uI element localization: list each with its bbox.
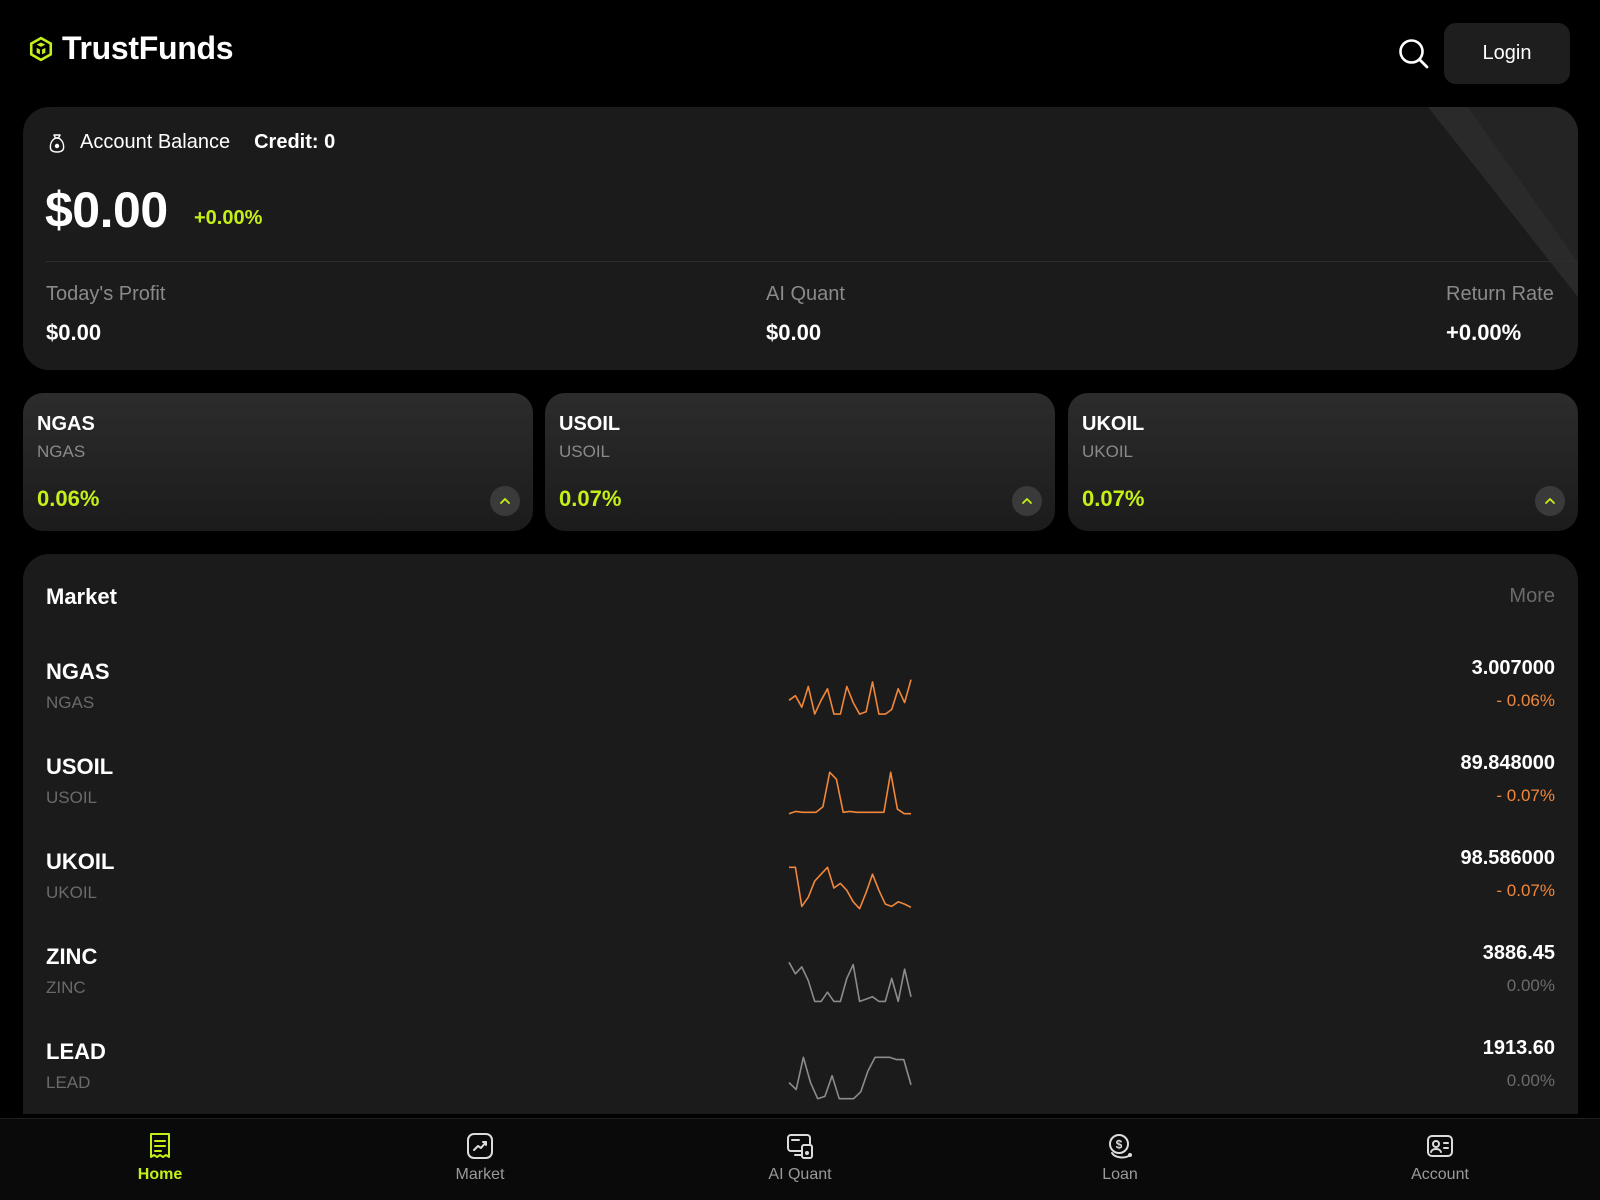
- ticker-card-ukoil[interactable]: UKOIL UKOIL 0.07%: [1068, 393, 1578, 531]
- balance-label: Account Balance: [80, 131, 231, 153]
- balance-header: Account Balance Credit: 0: [48, 131, 335, 154]
- ai-quant-icon: [787, 1134, 813, 1159]
- nav-home[interactable]: Home: [100, 1131, 220, 1184]
- market-row-ukoil[interactable]: UKOIL UKOIL 98.586000 - 0.07%: [23, 847, 1578, 944]
- nav-account[interactable]: Account: [1380, 1131, 1500, 1184]
- ticker-percent: 0.07%: [559, 486, 622, 511]
- market-row-zinc[interactable]: ZINC ZINC 3886.45 0.00%: [23, 942, 1578, 1039]
- market-row-ngas[interactable]: NGAS NGAS 3.007000 - 0.06%: [23, 657, 1578, 754]
- market-row-change: - 0.07%: [1496, 786, 1555, 805]
- ticker-percent: 0.07%: [1082, 486, 1145, 511]
- market-row-name: ZINC: [46, 944, 98, 969]
- market-row-change: - 0.07%: [1496, 881, 1555, 900]
- stat-label: Return Rate: [1446, 283, 1554, 305]
- nav-label: Market: [455, 1166, 505, 1183]
- stat-label: AI Quant: [766, 283, 845, 305]
- market-row-subtitle: USOIL: [46, 788, 98, 807]
- stat-return-rate: Return Rate +0.00%: [1446, 283, 1554, 346]
- sparkline-chart: [788, 771, 911, 815]
- ticker-subtitle: USOIL: [559, 442, 611, 461]
- market-row-change: - 0.06%: [1496, 691, 1555, 710]
- search-icon: [1399, 39, 1429, 69]
- market-row-price: 98.586000: [1460, 847, 1555, 869]
- market-row-name: NGAS: [46, 659, 110, 684]
- home-icon: [150, 1133, 170, 1158]
- balance-amount: $0.00: [45, 182, 168, 238]
- market-row-subtitle: ZINC: [46, 978, 86, 997]
- sparkline-line: [788, 679, 912, 715]
- svg-text:$: $: [1116, 1138, 1123, 1152]
- market-row-price: 3.007000: [1471, 657, 1555, 679]
- ticker-percent: 0.06%: [37, 486, 100, 511]
- header: TrustFunds Login: [0, 0, 1600, 106]
- ticker-card-usoil[interactable]: USOIL USOIL 0.07%: [545, 393, 1055, 531]
- market-row-change: 0.00%: [1506, 976, 1555, 995]
- sparkline-line: [788, 1056, 912, 1100]
- market-row-price: 89.848000: [1460, 752, 1555, 774]
- stat-value: $0.00: [766, 320, 822, 345]
- ticker-subtitle: UKOIL: [1082, 442, 1134, 461]
- brand-logo[interactable]: TrustFunds: [28, 30, 234, 67]
- market-row-subtitle: LEAD: [46, 1073, 91, 1092]
- stat-value: +0.00%: [1446, 320, 1522, 345]
- money-bag-icon: [49, 133, 65, 153]
- market-icon: [467, 1133, 493, 1159]
- market-row-subtitle: NGAS: [46, 693, 95, 712]
- sparkline-chart: [788, 1056, 912, 1100]
- bottom-navigation: Home Market AI Quant $ Loan Account: [0, 1118, 1600, 1200]
- brand-name: TrustFunds: [62, 30, 234, 66]
- market-section: Market More NGAS NGAS 3.007000 - 0.06% U…: [23, 554, 1578, 1114]
- market-title: Market: [46, 584, 117, 609]
- ticker-card-ngas[interactable]: NGAS NGAS 0.06%: [23, 393, 533, 531]
- account-balance-card: Account Balance Credit: 0 $0.00 +0.00% T…: [23, 107, 1578, 370]
- ticker-expand-button[interactable]: [490, 486, 520, 516]
- market-row-price: 3886.45: [1482, 942, 1555, 964]
- ticker-cards: NGAS NGAS 0.06% USOIL USOIL 0.07% UKOIL …: [23, 393, 1578, 531]
- market-row-usoil[interactable]: USOIL USOIL 89.848000 - 0.07%: [23, 752, 1578, 849]
- nav-label: Home: [137, 1166, 183, 1183]
- chevron-up-icon: [1545, 498, 1555, 504]
- balance-change: +0.00%: [194, 207, 263, 229]
- market-row-lead[interactable]: LEAD LEAD 1913.60 0.00%: [23, 1037, 1578, 1114]
- search-button[interactable]: [1396, 36, 1432, 72]
- stat-value: $0.00: [46, 320, 102, 345]
- nav-loan[interactable]: $ Loan: [1060, 1131, 1180, 1184]
- stat-todays-profit: Today's Profit $0.00: [46, 283, 165, 346]
- sparkline-line: [788, 961, 912, 1003]
- nav-label: AI Quant: [768, 1166, 832, 1183]
- chevron-up-icon: [1022, 498, 1032, 504]
- market-more-link[interactable]: More: [1509, 585, 1555, 608]
- divider: [46, 261, 1578, 262]
- stat-label: Today's Profit: [46, 283, 166, 305]
- nav-market[interactable]: Market: [420, 1131, 540, 1184]
- market-row-change: 0.00%: [1506, 1071, 1555, 1090]
- sparkline-chart: [788, 679, 912, 715]
- ticker-expand-button[interactable]: [1535, 486, 1565, 516]
- credit-value: Credit: 0: [254, 131, 336, 153]
- chevron-up-icon: [500, 498, 510, 504]
- sparkline-chart: [788, 961, 912, 1003]
- account-icon: [1427, 1135, 1453, 1157]
- nav-ai-quant[interactable]: AI Quant: [740, 1131, 860, 1184]
- nav-label: Loan: [1102, 1166, 1138, 1183]
- ticker-name: NGAS: [37, 413, 95, 435]
- market-row-subtitle: UKOIL: [46, 883, 98, 902]
- card-decoration: [1428, 107, 1578, 297]
- market-row-name: LEAD: [46, 1039, 106, 1064]
- ticker-name: USOIL: [559, 413, 621, 435]
- ticker-subtitle: NGAS: [37, 442, 86, 461]
- login-button[interactable]: Login: [1444, 23, 1570, 84]
- ticker-name: UKOIL: [1082, 413, 1145, 435]
- stat-ai-quant: AI Quant $0.00: [766, 283, 845, 346]
- sparkline-chart: [789, 866, 912, 910]
- market-row-name: USOIL: [46, 754, 114, 779]
- market-row-price: 1913.60: [1482, 1037, 1555, 1059]
- sparkline-line: [788, 771, 911, 815]
- nav-label: Account: [1411, 1166, 1469, 1183]
- sparkline-line: [789, 866, 912, 910]
- logo-icon: [29, 36, 53, 61]
- ticker-expand-button[interactable]: [1012, 486, 1042, 516]
- market-row-name: UKOIL: [46, 849, 115, 874]
- loan-icon: $: [1109, 1134, 1132, 1159]
